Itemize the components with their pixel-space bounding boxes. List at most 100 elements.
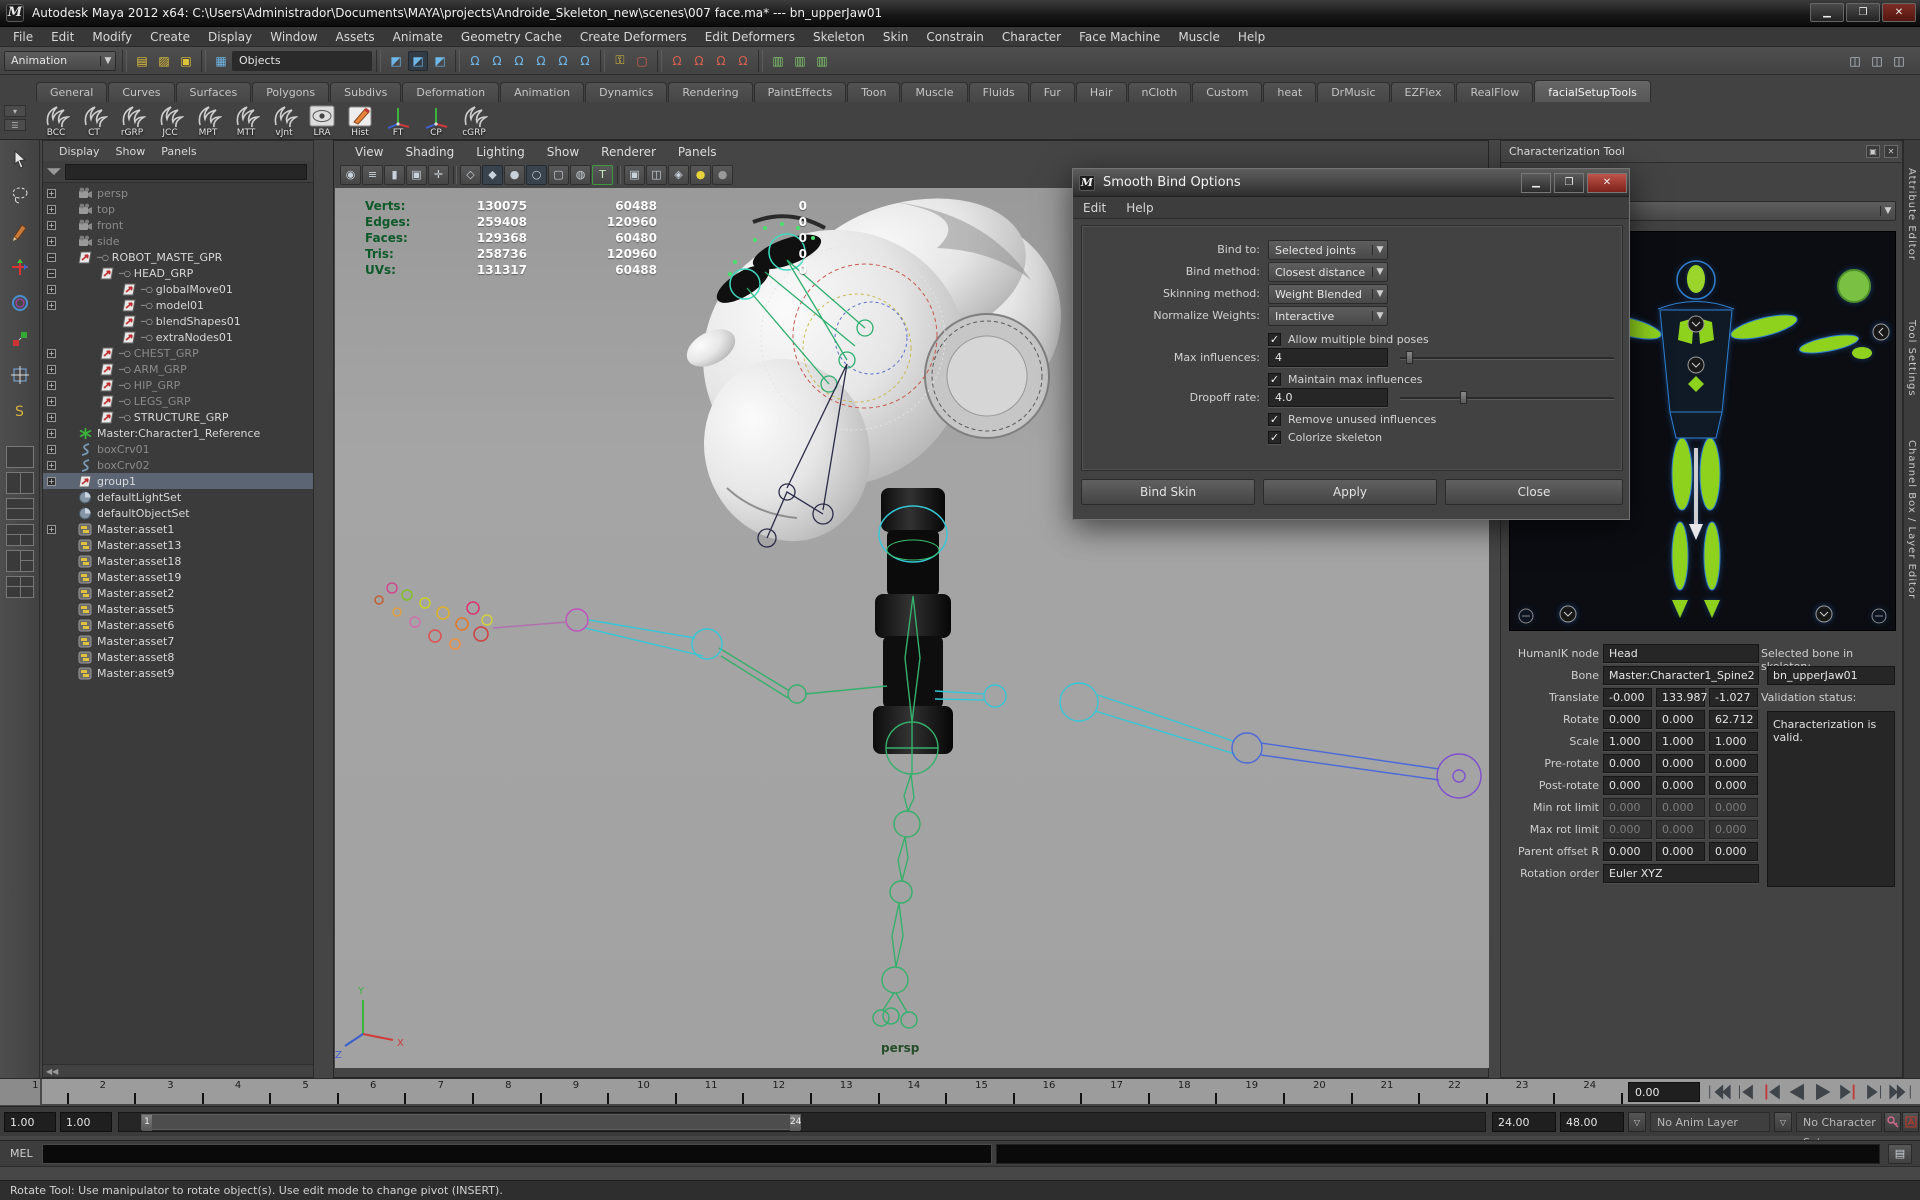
render-settings-icon[interactable]: ▥ bbox=[812, 51, 832, 71]
menu-animate[interactable]: Animate bbox=[384, 27, 452, 47]
outliner-menu-display[interactable]: Display bbox=[51, 145, 108, 158]
humanik-value-field[interactable]: 0.000 bbox=[1656, 842, 1705, 861]
outliner-item-LEGS_GRP[interactable]: +─○LEGS_GRP bbox=[43, 393, 313, 409]
dropdown-bind-method[interactable]: Closest distance▼ bbox=[1268, 262, 1388, 282]
playback-end-field[interactable]: 24.00 bbox=[1492, 1112, 1556, 1132]
current-time-field[interactable]: 0.00 bbox=[1628, 1082, 1700, 1102]
max-influences-field[interactable]: 4 bbox=[1268, 348, 1388, 367]
paint-select-tool[interactable] bbox=[3, 214, 37, 248]
shelf-button-rGRP[interactable]: rGRP bbox=[114, 102, 150, 138]
construction-history-on-icon[interactable]: Ω bbox=[711, 51, 731, 71]
humanik-value-field[interactable]: -1.027 bbox=[1709, 688, 1758, 707]
highlight-selection-icon[interactable]: ▢ bbox=[632, 51, 652, 71]
checkbox-box-icon[interactable]: ✓ bbox=[1268, 373, 1281, 386]
dropdown-normalize-weights[interactable]: Interactive▼ bbox=[1268, 306, 1388, 326]
outliner-item-Master:asset9[interactable]: Master:asset9 bbox=[43, 665, 313, 681]
menu-edit-deformers[interactable]: Edit Deformers bbox=[696, 27, 804, 47]
expand-icon[interactable]: + bbox=[47, 461, 56, 470]
humanik-value-field[interactable]: 1.000 bbox=[1656, 732, 1705, 751]
new-scene-icon[interactable]: ▤ bbox=[132, 51, 152, 71]
outliner-item-HEAD_GRP[interactable]: −─○HEAD_GRP bbox=[43, 265, 313, 281]
outliner-hscrollbar[interactable]: ◀◀ bbox=[43, 1064, 313, 1077]
checkbox-box-icon[interactable]: ✓ bbox=[1268, 333, 1281, 346]
outliner-item-Master:asset8[interactable]: Master:asset8 bbox=[43, 649, 313, 665]
shelf-tab-animation[interactable]: Animation bbox=[500, 82, 584, 102]
shelf-tab-rendering[interactable]: Rendering bbox=[668, 82, 752, 102]
textured-icon[interactable]: T bbox=[592, 165, 613, 185]
viewport-menu-lighting[interactable]: Lighting bbox=[465, 145, 536, 159]
menu-modify[interactable]: Modify bbox=[83, 27, 141, 47]
dropoff-rate-field[interactable]: 4.0 bbox=[1268, 388, 1388, 407]
frame-7[interactable]: 7 bbox=[408, 1079, 476, 1105]
outliner-item-Master:asset6[interactable]: Master:asset6 bbox=[43, 617, 313, 633]
expand-icon[interactable]: + bbox=[47, 205, 56, 214]
expand-icon[interactable]: + bbox=[47, 301, 56, 310]
bounding-box-icon[interactable]: ▢ bbox=[548, 165, 569, 185]
characterization-title-bar[interactable]: Characterization Tool ▣ ✕ bbox=[1501, 141, 1902, 163]
outliner-item-front[interactable]: +front bbox=[43, 217, 313, 233]
menu-create[interactable]: Create bbox=[141, 27, 199, 47]
scale-tool[interactable] bbox=[3, 322, 37, 356]
title-bar[interactable]: M Autodesk Maya 2012 x64: C:\Users\Admin… bbox=[0, 0, 1920, 27]
shelf-button-JCC[interactable]: JCC bbox=[152, 102, 188, 138]
output-from-selected-icon[interactable]: Ω bbox=[689, 51, 709, 71]
checkbox-colorize-skeleton[interactable]: ✓Colorize skeleton bbox=[1268, 428, 1382, 446]
play-backwards-icon[interactable] bbox=[1784, 1081, 1810, 1103]
menu-window[interactable]: Window bbox=[261, 27, 326, 47]
bind-skin-button[interactable]: Bind Skin bbox=[1081, 479, 1255, 505]
shelf-tab-facialsetuptools[interactable]: facialSetupTools bbox=[1534, 80, 1651, 102]
select-component-icon[interactable]: ◩ bbox=[430, 51, 450, 71]
shelf-tab-polygons[interactable]: Polygons bbox=[252, 82, 329, 102]
step-back-frame-icon[interactable] bbox=[1732, 1081, 1758, 1103]
step-forward-frame-icon[interactable] bbox=[1862, 1081, 1888, 1103]
frame-12[interactable]: 12 bbox=[745, 1079, 813, 1105]
humanik-value-field[interactable]: 0.000 bbox=[1603, 776, 1652, 795]
frame-6[interactable]: 6 bbox=[340, 1079, 408, 1105]
humanik-value-field[interactable]: 62.712 bbox=[1709, 710, 1758, 729]
isolate-select-icon[interactable]: ▣ bbox=[624, 165, 645, 185]
outliner-item-defaultObjectSet[interactable]: defaultObjectSet bbox=[43, 505, 313, 521]
shelf-tab-realflow[interactable]: RealFlow bbox=[1456, 82, 1533, 102]
shelf-button-vJnt[interactable]: vJnt bbox=[266, 102, 302, 138]
viewport-menu-shading[interactable]: Shading bbox=[394, 145, 465, 159]
maximize-button[interactable]: ❐ bbox=[1846, 3, 1880, 22]
outliner-menu-panels[interactable]: Panels bbox=[153, 145, 204, 158]
outliner-item-defaultLightSet[interactable]: defaultLightSet bbox=[43, 489, 313, 505]
camera-settings-icon[interactable]: ◉ bbox=[340, 165, 361, 185]
max-influences-slider-handle[interactable] bbox=[1406, 351, 1413, 364]
outliner-filter-icon[interactable]: ◥◤ bbox=[43, 167, 65, 177]
outliner-item-group1[interactable]: +group1 bbox=[43, 473, 313, 489]
humanik-value-field[interactable]: 1.000 bbox=[1709, 732, 1758, 751]
frame-9[interactable]: 9 bbox=[543, 1079, 611, 1105]
show-tool-settings-icon[interactable]: ◫ bbox=[1867, 51, 1887, 71]
outliner-item-Master:asset7[interactable]: Master:asset7 bbox=[43, 633, 313, 649]
frame-4[interactable]: 4 bbox=[205, 1079, 273, 1105]
frame-ruler[interactable]: 123456789101112131415161718192021222324 bbox=[2, 1079, 1624, 1105]
viewport-menu-show[interactable]: Show bbox=[536, 145, 590, 159]
outliner-item-boxCrv01[interactable]: +boxCrv01 bbox=[43, 441, 313, 457]
mel-command-input[interactable] bbox=[42, 1144, 992, 1164]
step-back-key-icon[interactable] bbox=[1758, 1081, 1784, 1103]
close-dialog-button[interactable]: Close bbox=[1445, 479, 1623, 505]
shadows-icon[interactable]: ● bbox=[712, 165, 733, 185]
frame-21[interactable]: 21 bbox=[1354, 1079, 1422, 1105]
checkbox-box-icon[interactable]: ✓ bbox=[1268, 431, 1281, 444]
humanik-value-field[interactable]: Head bbox=[1603, 644, 1759, 663]
smooth-shaded-icon[interactable]: ● bbox=[504, 165, 525, 185]
shelf-button-CT[interactable]: CT bbox=[76, 102, 112, 138]
outliner-item-top[interactable]: +top bbox=[43, 201, 313, 217]
outliner-item-extraNodes01[interactable]: ─○extraNodes01 bbox=[43, 329, 313, 345]
expand-icon[interactable]: + bbox=[47, 349, 56, 358]
menu-face-machine[interactable]: Face Machine bbox=[1070, 27, 1169, 47]
wireframe-icon[interactable]: ◇ bbox=[460, 165, 481, 185]
default-material-icon[interactable]: ◍ bbox=[570, 165, 591, 185]
construction-history-off-icon[interactable]: Ω bbox=[733, 51, 753, 71]
dropoff-rate-slider-handle[interactable] bbox=[1460, 391, 1467, 404]
max-influences-slider[interactable] bbox=[1400, 348, 1614, 367]
frame-20[interactable]: 20 bbox=[1286, 1079, 1354, 1105]
shelf-tab-drmusic[interactable]: DrMusic bbox=[1317, 82, 1389, 102]
smooth-bind-options-dialog[interactable]: M Smooth Bind Options ▁ ❐ ✕ EditHelp Bin… bbox=[1072, 168, 1630, 520]
shelf-button-FT[interactable]: FT bbox=[380, 102, 416, 138]
outliner-item-Master:asset18[interactable]: Master:asset18 bbox=[43, 553, 313, 569]
expand-icon[interactable]: + bbox=[47, 429, 56, 438]
